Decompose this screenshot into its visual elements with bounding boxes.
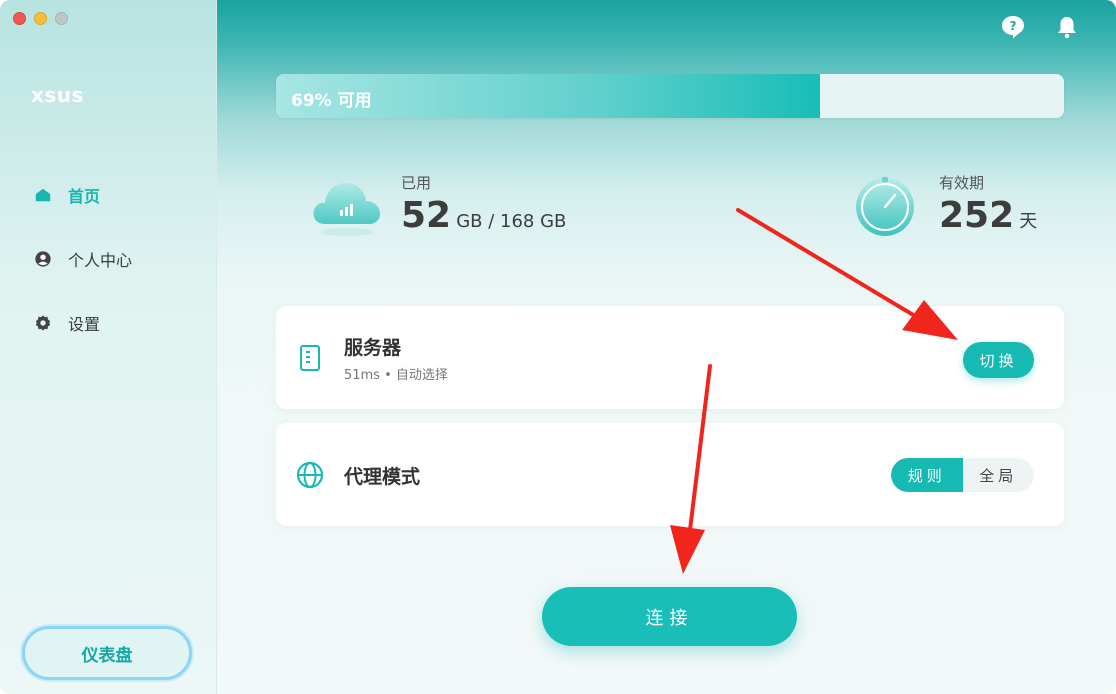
brand-logo: xsus <box>31 83 84 107</box>
usage-progress-bar: 69% 可用 <box>276 74 1064 118</box>
validity-label: 有效期 <box>939 174 985 192</box>
usage-text: 69% 可用 <box>291 91 372 111</box>
sidebar-item-home[interactable]: 首页 <box>0 175 217 215</box>
validity-unit: 天 <box>1019 211 1038 232</box>
bell-icon[interactable] <box>1054 14 1080 40</box>
sidebar-item-label: 个人中心 <box>68 251 133 270</box>
dashboard-button[interactable]: 仪表盘 <box>22 626 192 680</box>
gear-icon <box>35 315 51 331</box>
proxy-mode-card: 代理模式 规则 全局 <box>276 423 1064 526</box>
switch-server-button[interactable]: 切换 <box>963 342 1034 378</box>
close-window-button[interactable] <box>13 12 26 25</box>
header-icons: ? <box>1000 14 1080 40</box>
sidebar-item-label: 设置 <box>68 315 101 334</box>
cloud-icon <box>313 183 380 236</box>
minimize-window-button[interactable] <box>34 12 47 25</box>
svg-text:?: ? <box>1010 19 1017 33</box>
user-icon <box>35 251 51 267</box>
zoom-window-button[interactable] <box>55 12 68 25</box>
server-title: 服务器 <box>344 337 402 359</box>
used-value: 52 <box>401 195 452 236</box>
sidebar-item-label: 首页 <box>68 187 101 206</box>
used-label: 已用 <box>401 174 432 192</box>
server-card: 服务器 51ms • 自动选择 切换 <box>276 306 1064 409</box>
validity-value: 252 <box>939 195 1015 236</box>
main-panel: ? 69% 可用 已用 52 GB / 168 GB 有效期 252 天 服务器… <box>217 0 1116 694</box>
home-icon <box>35 188 51 202</box>
stat-used: 已用 52 GB / 168 GB <box>309 172 566 238</box>
sidebar: xsus 首页 个人中心 设置 仪表盘 <box>0 0 217 694</box>
stat-validity: 有效期 252 天 <box>853 172 1037 238</box>
proxy-mode-rule[interactable]: 规则 <box>891 458 963 492</box>
connect-button[interactable]: 连接 <box>542 587 797 646</box>
window-controls <box>13 12 68 25</box>
timer-icon <box>856 177 914 236</box>
server-subtitle: 51ms • 自动选择 <box>344 368 448 383</box>
sidebar-item-profile[interactable]: 个人中心 <box>0 239 217 279</box>
proxy-mode-title: 代理模式 <box>344 466 421 488</box>
globe-icon <box>296 461 324 489</box>
proxy-mode-global[interactable]: 全局 <box>963 458 1035 492</box>
proxy-mode-toggle: 规则 全局 <box>891 458 1034 492</box>
used-unit: GB / 168 GB <box>456 211 567 232</box>
help-icon[interactable]: ? <box>1000 14 1026 40</box>
sidebar-nav: 首页 个人中心 设置 <box>0 175 217 367</box>
app-window: xsus 首页 个人中心 设置 仪表盘 ? 69% 可用 已用 52 GB / … <box>0 0 1116 694</box>
server-icon <box>300 345 320 371</box>
sidebar-item-settings[interactable]: 设置 <box>0 303 217 343</box>
